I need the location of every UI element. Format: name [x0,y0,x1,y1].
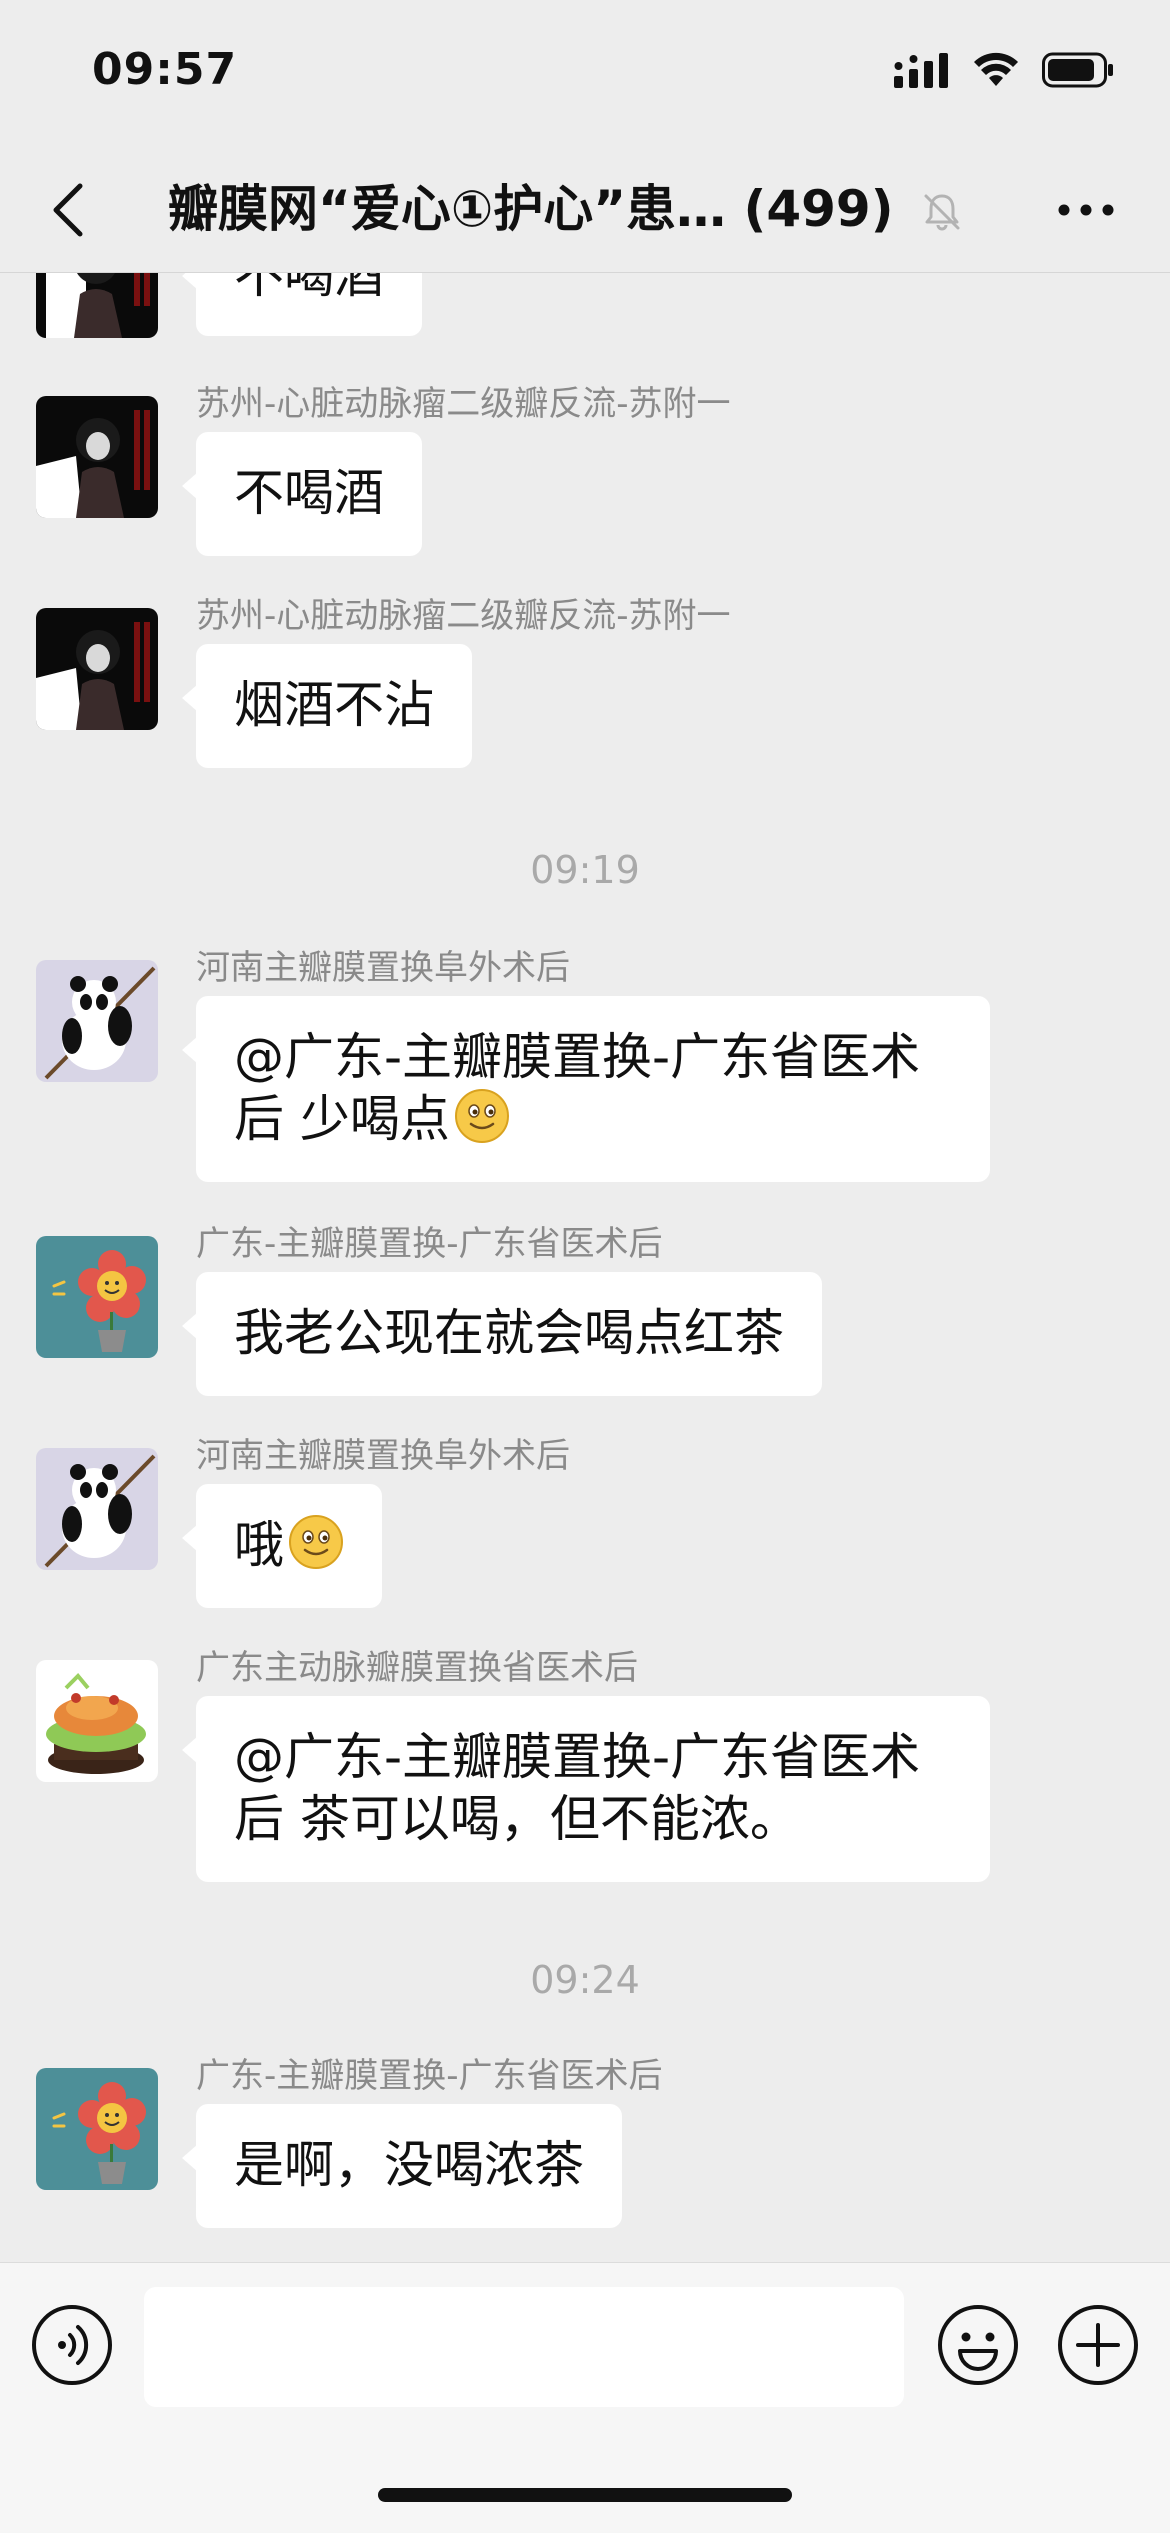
wifi-icon [974,52,1018,86]
more-options-icon[interactable] [1056,200,1116,220]
timestamp: 09:24 [530,1958,640,2002]
timestamp: 09:19 [530,848,640,892]
sender-name: 河南主瓣膜置换阜外术后 [196,948,570,988]
message-text: 不喝酒 [234,464,384,522]
avatar[interactable] [36,960,158,1082]
sender-name: 苏州-心脏动脉瘤二级瓣反流-苏附一 [196,384,731,424]
status-icons [894,50,1116,90]
food-avatar-image [36,1660,158,1782]
message-text: 我老公现在就会喝点红茶 [234,1304,784,1362]
message-bubble[interactable]: 不喝酒 [182,272,422,336]
avatar[interactable] [36,2068,158,2190]
member-count: (499) [743,180,894,238]
avatar[interactable] [36,1236,158,1358]
message-text-line: 后 少喝点 [234,1088,952,1150]
avatar[interactable] [36,1448,158,1570]
panda-avatar-image [36,960,158,1082]
flower-avatar-image [36,2068,158,2190]
group-name: 瓣膜网“爱心①护心”患… [168,180,727,238]
message-bubble[interactable]: 我老公现在就会喝点红茶 [182,1272,822,1396]
message-text-line: 后 茶可以喝，但不能浓。 [234,1790,800,1848]
voice-input-icon[interactable] [30,2303,114,2387]
message-text: 后 少喝点 [234,1090,450,1148]
message-text: 哦 [234,1516,284,1574]
home-indicator [378,2488,792,2502]
flower-avatar-image [36,1236,158,1358]
muted-bell-icon [924,194,960,231]
message-text-line: @广东-主瓣膜置换-广东省医术 [234,1028,921,1086]
smile-emoji-icon [289,1515,343,1569]
sender-name: 广东-主瓣膜置换-广东省医术后 [196,2056,663,2096]
message-bubble[interactable]: @广东-主瓣膜置换-广东省医术 后 少喝点 [182,996,990,1182]
status-time: 09:57 [92,44,238,95]
chat-title[interactable]: 瓣膜网“爱心①护心”患… (499) [168,178,928,240]
battery-icon [1042,52,1113,88]
avatar[interactable] [36,272,158,338]
avatar[interactable] [36,608,158,730]
sender-name: 广东主动脉瓣膜置换省医术后 [196,1648,638,1688]
message-text: 不喝酒 [234,272,384,304]
message-text: 是啊，没喝浓茶 [234,2136,584,2194]
message-input[interactable] [144,2287,904,2407]
panda-avatar-image [36,1448,158,1570]
back-chevron-icon[interactable] [42,180,102,240]
message-bubble[interactable]: @广东-主瓣膜置换-广东省医术 后 茶可以喝，但不能浓。 [182,1696,990,1882]
dark-person-avatar-image [36,608,158,730]
avatar[interactable] [36,1660,158,1782]
dark-person-avatar-image [36,272,158,338]
chat-header: 瓣膜网“爱心①护心”患… (499) [0,150,1170,273]
message-bubble[interactable]: 是啊，没喝浓茶 [182,2104,622,2228]
dark-person-avatar-image [36,396,158,518]
status-bar: 09:57 [0,0,1170,150]
emoji-picker-icon[interactable] [936,2303,1020,2387]
sender-name: 河南主瓣膜置换阜外术后 [196,1436,570,1476]
message-bubble[interactable]: 不喝酒 [182,432,422,556]
message-bubble[interactable]: 烟酒不沾 [182,644,472,768]
more-actions-plus-icon[interactable] [1056,2303,1140,2387]
cellular-signal-icon [894,53,948,88]
message-text-line: @广东-主瓣膜置换-广东省医术 [234,1728,921,1786]
message-list[interactable]: 不喝酒 苏州-心脏动脉瘤二级瓣反流-苏附一 不喝酒 苏州-心脏动脉瘤二级瓣反流-… [0,272,1170,2262]
message-bubble[interactable]: 哦 [182,1484,382,1608]
sender-name: 苏州-心脏动脉瘤二级瓣反流-苏附一 [196,596,731,636]
message-text: 烟酒不沾 [234,676,434,734]
sender-name: 广东-主瓣膜置换-广东省医术后 [196,1224,663,1264]
avatar[interactable] [36,396,158,518]
smile-emoji-icon [454,1089,509,1143]
